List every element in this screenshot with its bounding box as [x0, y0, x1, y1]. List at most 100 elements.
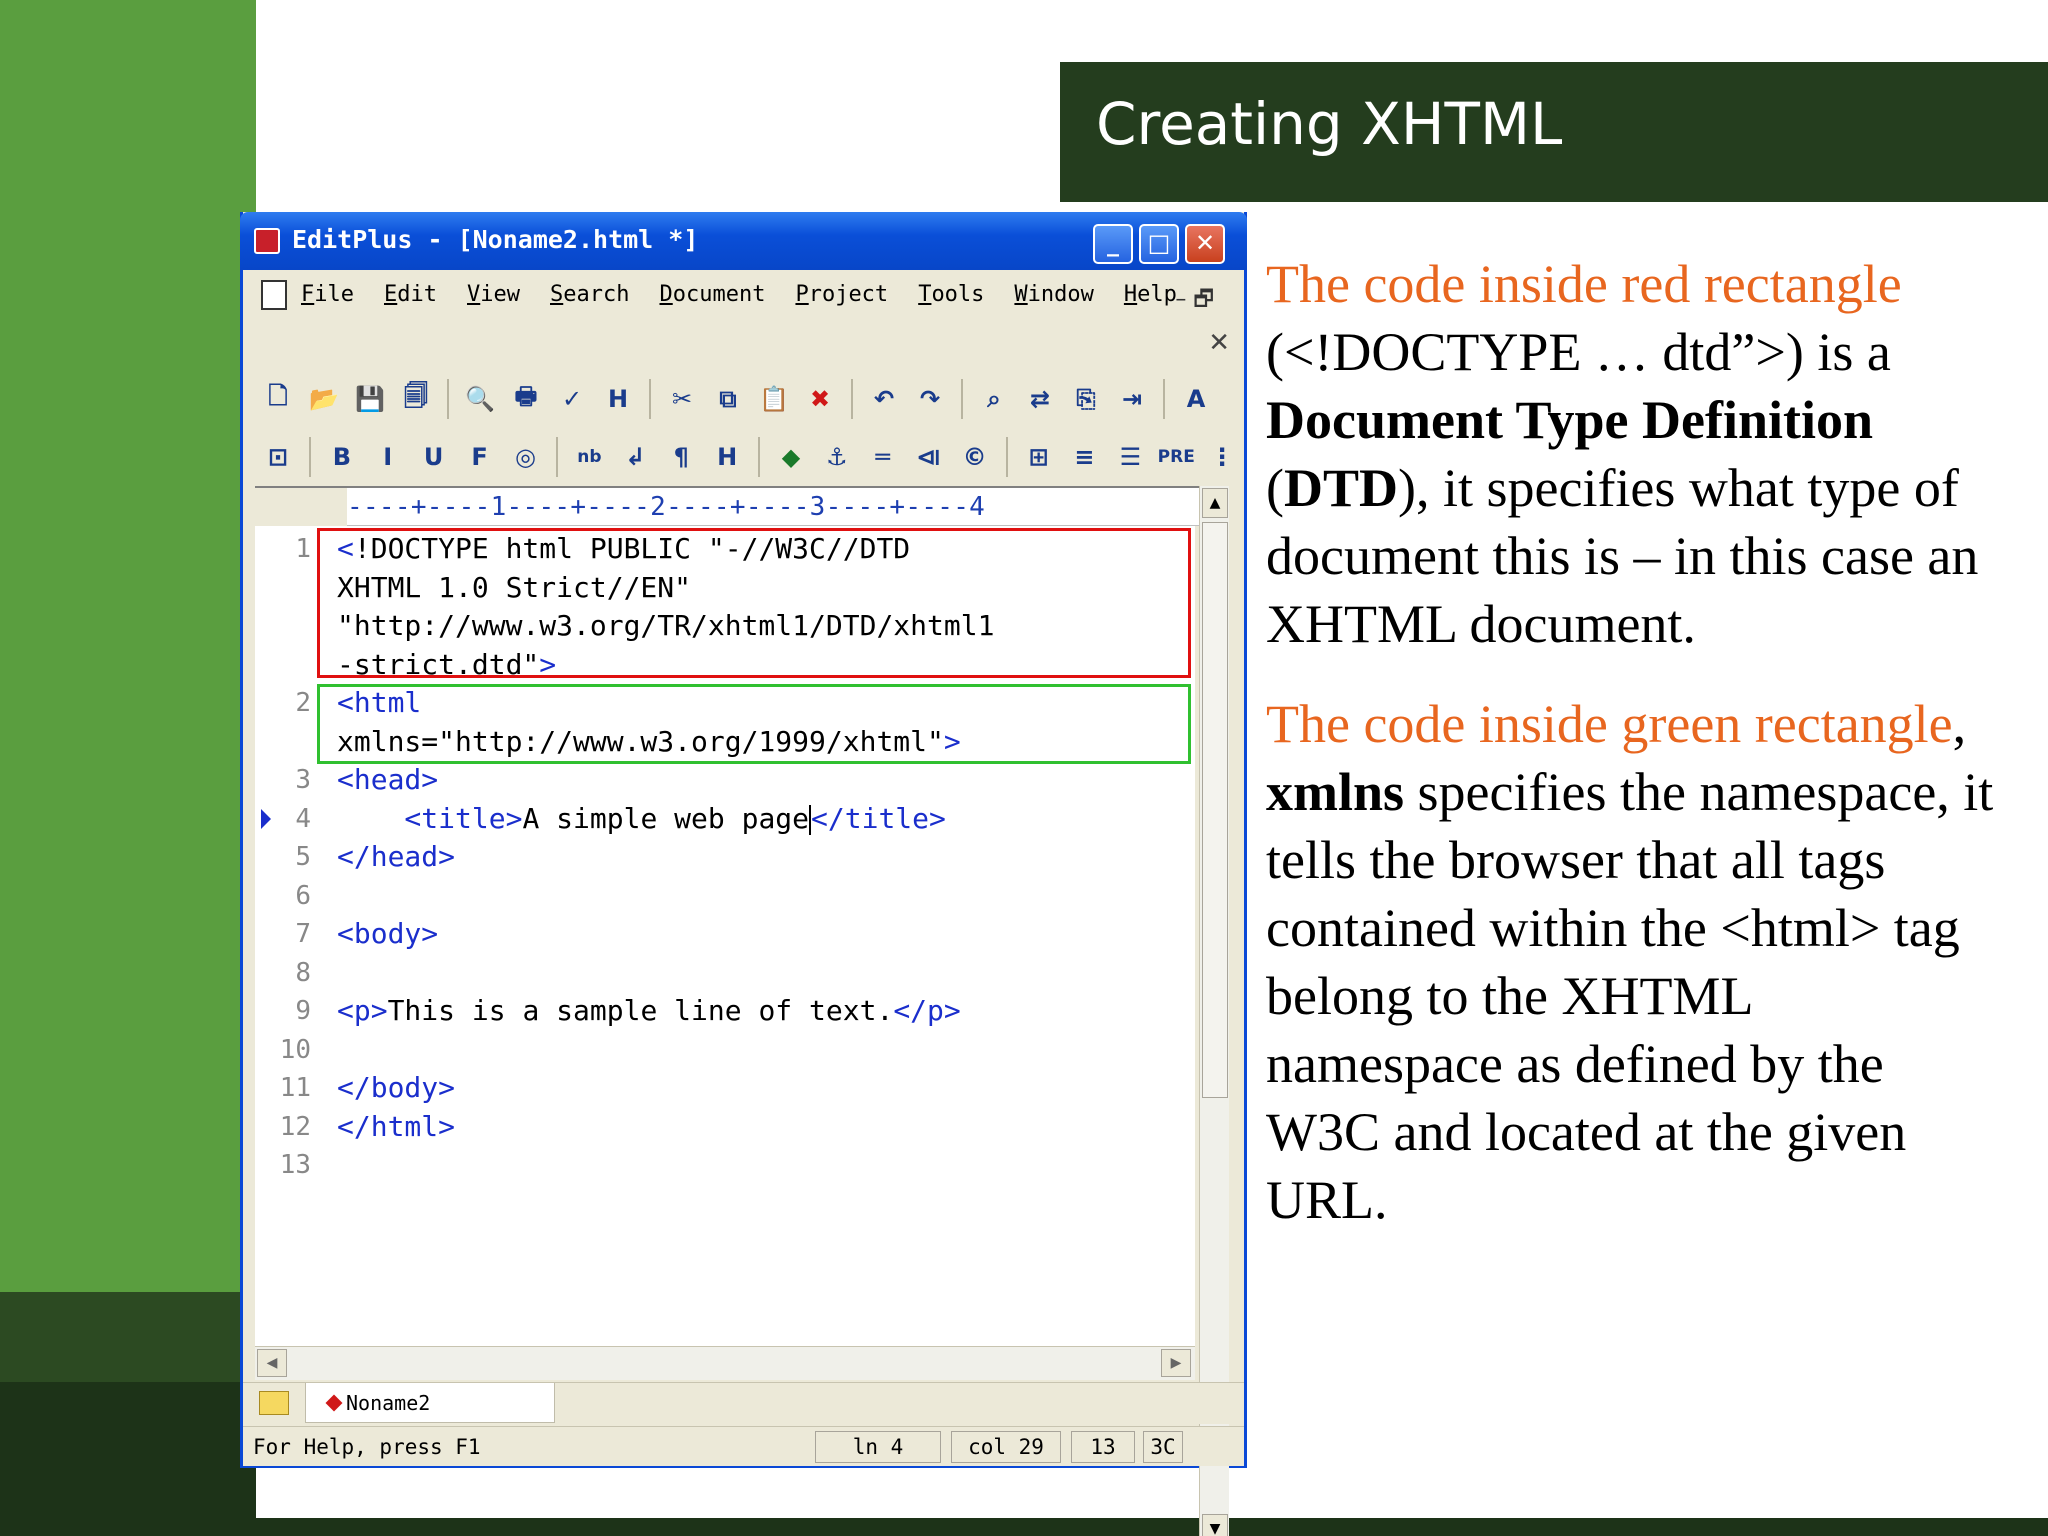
replace-icon[interactable]: ⇄: [1021, 380, 1059, 418]
special-char-icon[interactable]: ©: [956, 438, 994, 476]
print-icon[interactable]: 🖶: [507, 380, 545, 418]
new-file-icon[interactable]: 🗋: [259, 380, 297, 418]
toolbar-separator: [308, 437, 311, 477]
file-tab-label: Noname2: [346, 1391, 431, 1415]
copy-document-icon[interactable]: ⎘: [1067, 380, 1105, 418]
explanation-text-segment: ,: [1952, 694, 1967, 754]
horizontal-rule-icon[interactable]: ═: [864, 438, 902, 476]
list-icon[interactable]: ⋮: [1203, 438, 1241, 476]
menu-search[interactable]: Search: [550, 282, 629, 307]
modified-indicator-icon: [325, 1394, 343, 1412]
current-line-marker-icon: [261, 808, 271, 829]
menu-file[interactable]: File: [301, 282, 354, 307]
highlight-red-rectangle: The code inside red rectangle: [1266, 254, 1902, 314]
menu-document[interactable]: Document: [659, 282, 765, 307]
font-tag-icon[interactable]: F: [461, 438, 499, 476]
menu-tools[interactable]: Tools: [918, 282, 984, 307]
code-segment: </p>: [893, 994, 961, 1027]
comment-icon[interactable]: ⧏: [910, 438, 948, 476]
menu-edit[interactable]: Edit: [384, 282, 437, 307]
paste-icon[interactable]: 📋: [755, 380, 793, 418]
close-button[interactable]: ✕: [1185, 224, 1225, 264]
nbsp-icon[interactable]: nb: [570, 438, 608, 476]
code-editor[interactable]: 1 <!DOCTYPE html PUBLIC "-//W3C//DTD XHTML…: [255, 526, 1195, 1346]
code-line: xmlns="http://www.w3.org/1999/xhtml">: [337, 723, 961, 761]
file-tabs-bar: Noname2: [243, 1382, 1244, 1424]
scroll-left-arrow-icon[interactable]: ◀: [257, 1349, 287, 1377]
toolbar-separator: [649, 379, 651, 419]
italic-icon[interactable]: I: [369, 438, 407, 476]
scroll-down-arrow-icon[interactable]: ▼: [1202, 1514, 1228, 1536]
html-toolbar: ⊡ B I U F ◎ nb ↲ ¶ H ◆ ⚓ ═ ⧏ © ⊞ ≡ ☰ PRE ⋮: [251, 430, 1241, 484]
cut-icon[interactable]: ✂: [663, 380, 701, 418]
status-bar: For Help, press F1 ln 4 col 29 13 3C: [243, 1426, 1244, 1466]
folder-icon[interactable]: [259, 1391, 289, 1415]
document-menu-icon[interactable]: [261, 280, 287, 310]
horizontal-scrollbar[interactable]: ◀ ▶: [255, 1346, 1195, 1380]
paragraph-icon[interactable]: ¶: [662, 438, 700, 476]
status-line-count: 13: [1071, 1431, 1135, 1463]
vertical-scroll-thumb[interactable]: [1202, 522, 1228, 1098]
menu-window[interactable]: Window: [1014, 282, 1093, 307]
color-icon[interactable]: ◎: [507, 438, 545, 476]
table-icon[interactable]: ⊞: [1020, 438, 1058, 476]
scroll-right-arrow-icon[interactable]: ▶: [1161, 1349, 1191, 1377]
print-preview-icon[interactable]: 🔍: [461, 380, 499, 418]
slide-title: Creating XHTML: [1096, 90, 1563, 158]
mdi-window-buttons[interactable]: – 🗗: [1175, 282, 1214, 320]
code-segment: >: [539, 647, 557, 681]
save-icon[interactable]: 💾: [351, 380, 389, 418]
file-tab-noname2[interactable]: Noname2: [305, 1383, 555, 1423]
toolbar-separator: [1163, 379, 1165, 419]
minimize-button[interactable]: _: [1093, 224, 1133, 264]
code-segment: </html>: [337, 1109, 456, 1143]
ruler-gutter: [255, 488, 347, 526]
window-titlebar[interactable]: EditPlus - [Noname2.html *] _ □ ✕: [240, 212, 1247, 270]
scroll-up-arrow-icon[interactable]: ▲: [1202, 488, 1228, 518]
status-help-text: For Help, press F1: [253, 1435, 481, 1459]
pre-icon[interactable]: PRE: [1157, 438, 1195, 476]
code-line: <!DOCTYPE html PUBLIC "-//W3C//DTD: [337, 530, 910, 568]
find-icon[interactable]: ⌕: [975, 380, 1013, 418]
code-segment: <p>: [337, 994, 388, 1027]
maximize-button[interactable]: □: [1139, 224, 1179, 264]
explanation-paragraph-xmlns: The code inside green rectangle, xmlns s…: [1266, 690, 1996, 1234]
explanation-text-segment: (: [1266, 458, 1284, 518]
code-line: <title>A simple web page</title>: [337, 800, 946, 838]
indent-icon[interactable]: ⇥: [1113, 380, 1151, 418]
center-icon[interactable]: ≡: [1066, 438, 1104, 476]
main-toolbar: 🗋 📂 💾 🗐 🔍 🖶 ✓ H ✂ ⧉ 📋 ✖ ↶ ↷ ⌕ ⇄ ⎘ ⇥ A: [251, 372, 1241, 426]
html-preview-icon[interactable]: H: [599, 380, 637, 418]
image-icon[interactable]: ◆: [772, 438, 810, 476]
code-line: <head>: [337, 761, 438, 799]
left-dark-band: [0, 1292, 256, 1382]
undo-icon[interactable]: ↶: [865, 380, 903, 418]
bold-icon[interactable]: B: [323, 438, 361, 476]
line-number: 12: [279, 1111, 311, 1142]
heading-icon[interactable]: H: [708, 438, 746, 476]
save-all-icon[interactable]: 🗐: [397, 380, 435, 418]
open-folder-icon[interactable]: 📂: [305, 380, 343, 418]
anchor-icon[interactable]: ⚓: [818, 438, 856, 476]
copy-icon[interactable]: ⧉: [709, 380, 747, 418]
mdi-close-icon[interactable]: ✕: [1208, 328, 1230, 358]
code-line: <html: [337, 684, 421, 722]
menu-project[interactable]: Project: [795, 282, 888, 307]
redo-icon[interactable]: ↷: [911, 380, 949, 418]
align-icon[interactable]: ☰: [1111, 438, 1149, 476]
code-line: -strict.dtd">: [337, 646, 556, 684]
line-break-icon[interactable]: ↲: [616, 438, 654, 476]
underline-icon[interactable]: U: [415, 438, 453, 476]
bold-term-dtd: Document Type Definition: [1266, 390, 1873, 450]
delete-icon[interactable]: ✖: [801, 380, 839, 418]
font-icon[interactable]: A: [1177, 380, 1215, 418]
code-segment: <html: [337, 686, 422, 719]
editplus-window: EditPlus - [Noname2.html *] _ □ ✕ File Ed…: [240, 212, 1247, 1536]
status-line: ln 4: [815, 1431, 941, 1463]
browser-icon[interactable]: ⊡: [259, 438, 297, 476]
vertical-scrollbar[interactable]: ▲ ▼: [1199, 486, 1229, 1536]
toolbar-separator: [961, 379, 963, 419]
menu-view[interactable]: View: [467, 282, 520, 307]
spellcheck-icon[interactable]: ✓: [553, 380, 591, 418]
menu-help[interactable]: Help: [1124, 282, 1177, 307]
